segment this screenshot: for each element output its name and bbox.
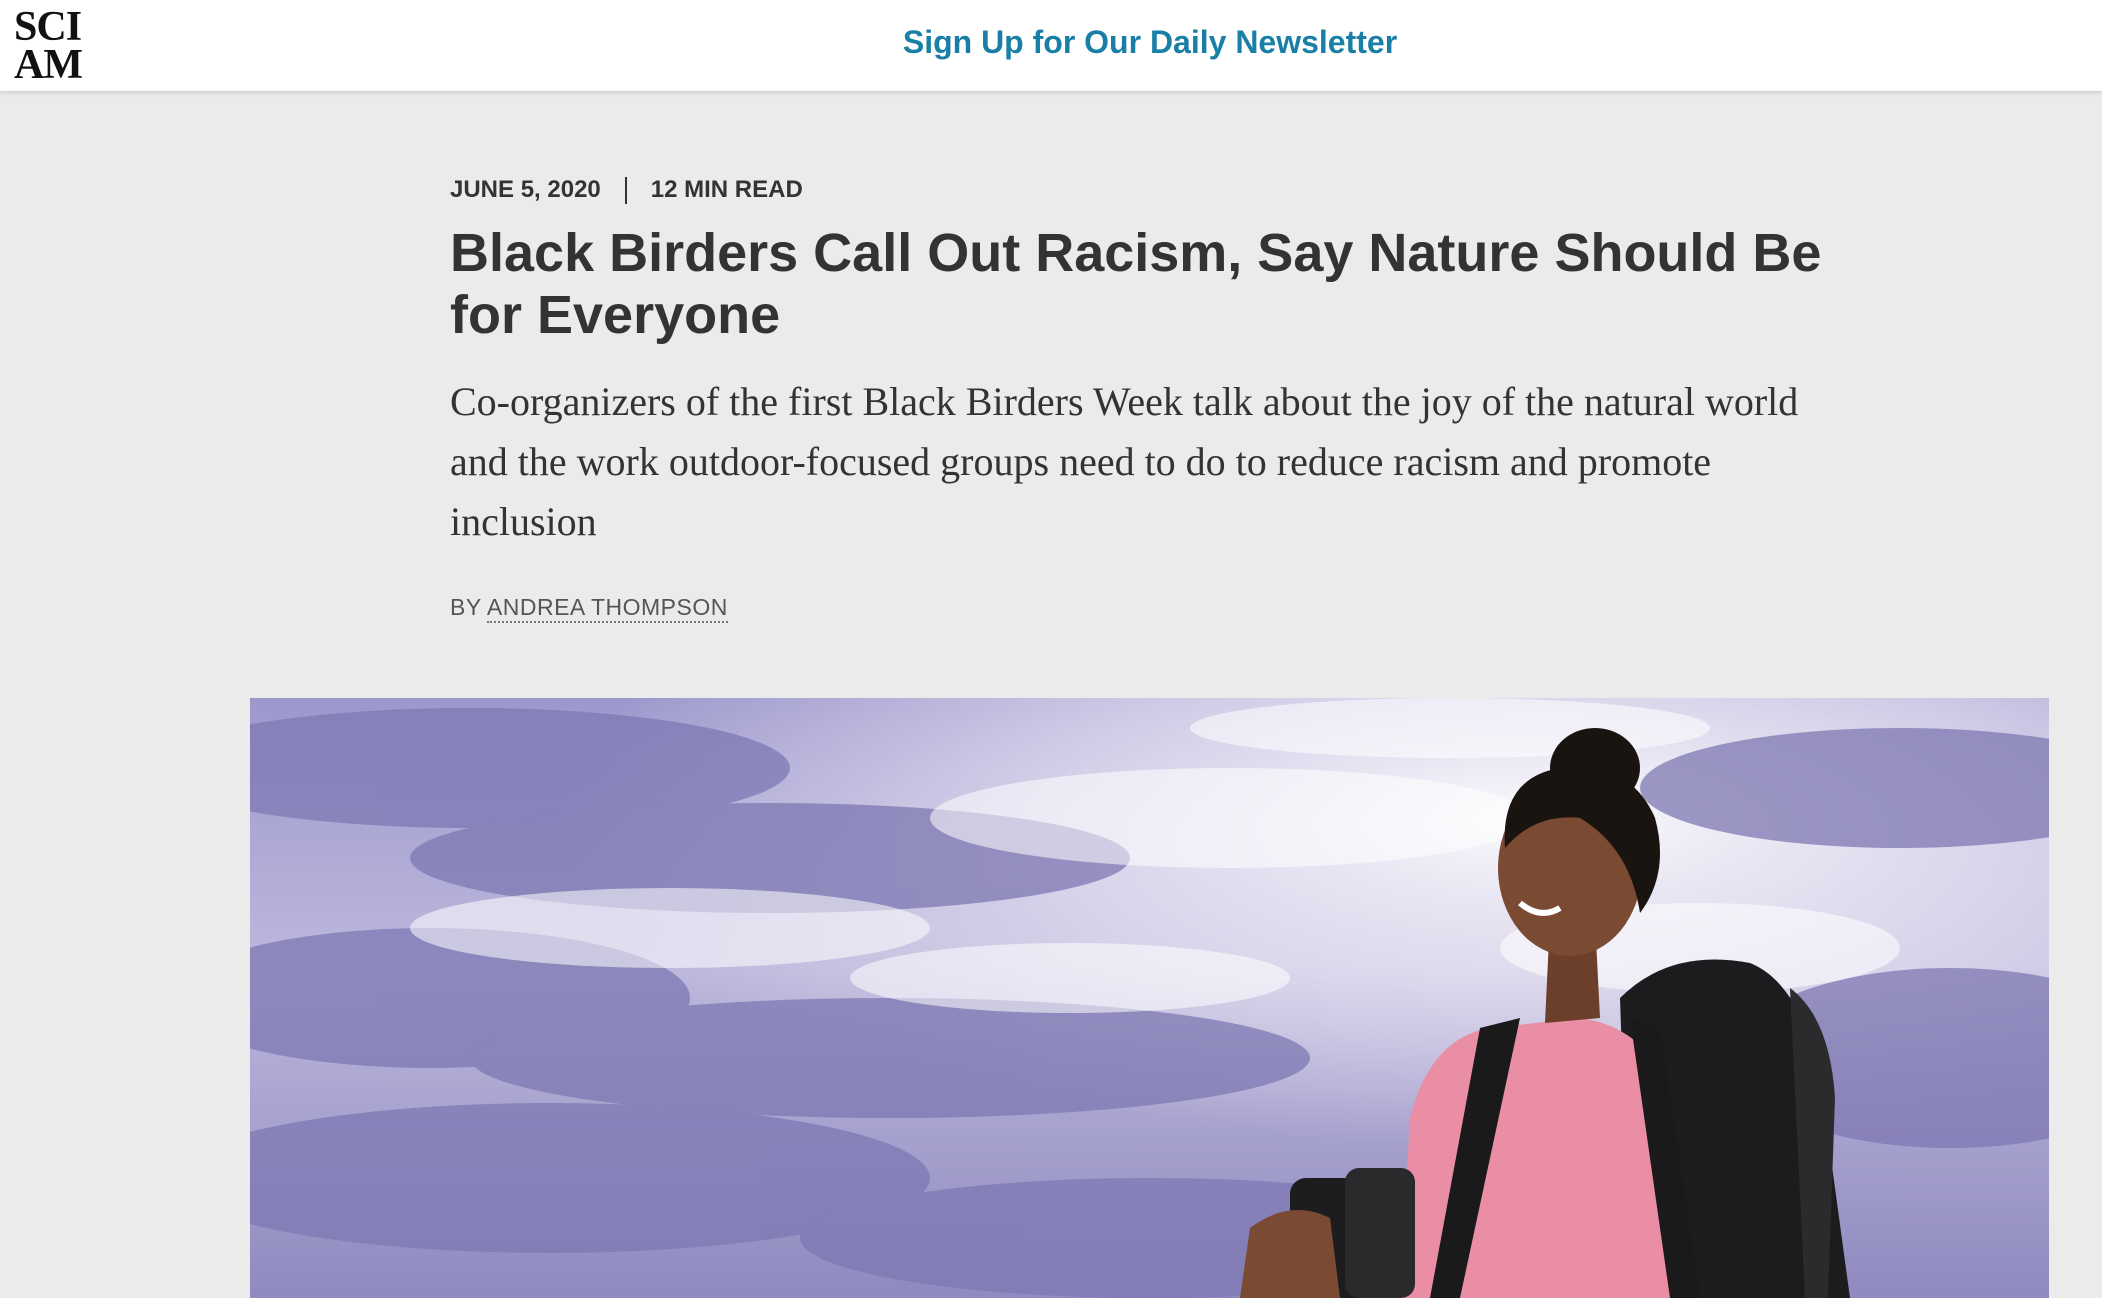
byline: BY ANDREA THOMPSON [450,594,728,623]
meta-divider [624,176,627,204]
newsletter-signup-link[interactable]: Sign Up for Our Daily Newsletter [0,24,2102,61]
article-headline: Black Birders Call Out Racism, Say Natur… [450,223,1822,345]
article-dek: Co-organizers of the first Black Birders… [450,379,1799,544]
article-meta: JUNE 5, 2020 12 MIN READ [450,176,803,204]
publish-date: JUNE 5, 2020 [450,176,601,203]
byline-prefix: BY [450,594,482,620]
top-navigation-bar: SCI AM Sign Up for Our Daily Newsletter [0,0,2102,92]
read-time: 12 MIN READ [650,176,803,203]
author-link[interactable]: ANDREA THOMPSON [486,594,728,623]
hero-photo-illustration [250,698,2049,1298]
hero-image [250,698,2049,1298]
